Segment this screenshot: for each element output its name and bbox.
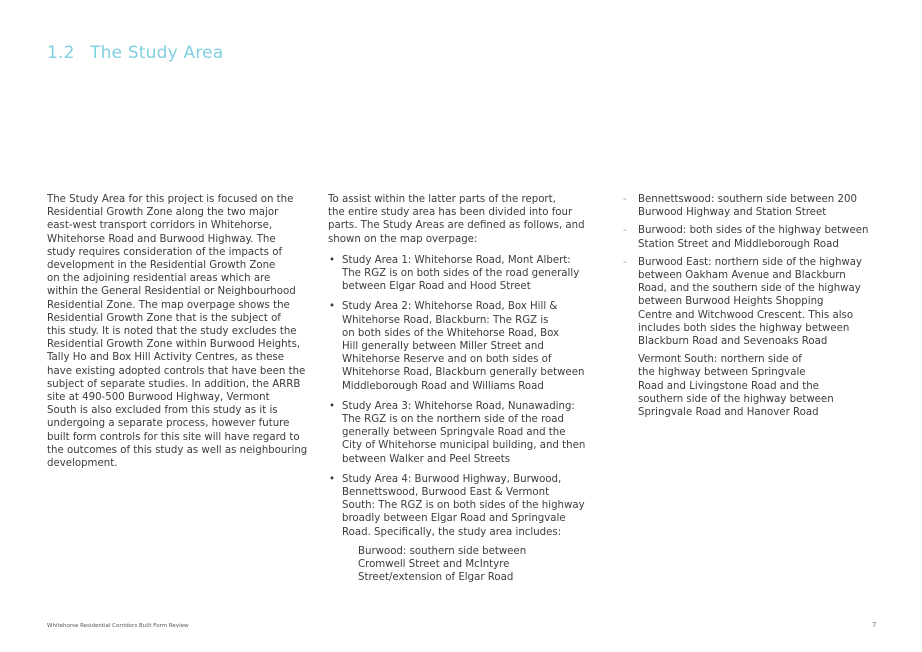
study-area-item: • Study Area 1: Whitehorse Road, Mont Alb…: [328, 254, 598, 294]
suburb-item: - Burwood East: northern side of the high…: [623, 256, 888, 348]
dash-icon: -: [623, 256, 627, 268]
study-area-item: • Study Area 4: Burwood Highway, Burwood,…: [328, 473, 598, 585]
page-number: 7: [872, 621, 877, 629]
text-line: shown on the map overpage:: [328, 233, 478, 245]
text-line: study requires consideration of the impa…: [47, 246, 283, 258]
text-line: east-west transport corridors in Whiteho…: [47, 220, 273, 232]
text-line: Burwood East: northern side of the highw…: [638, 256, 863, 268]
text-line: Vermont South: northern side of: [638, 354, 802, 366]
text-line: broadly between Elgar Road and Springval…: [342, 513, 566, 525]
text-line: The RGZ is on the northern side of the r…: [342, 414, 564, 426]
text-line: Whitehorse Road, Blackburn generally bet…: [342, 367, 585, 379]
text-line: southern side of the highway between: [638, 393, 834, 405]
text-line: The RGZ is on both sides of the road gen…: [342, 268, 580, 280]
text-line: have existing adopted controls that have…: [47, 365, 306, 377]
text-line: Whitehorse Reserve and on both sides of: [342, 354, 552, 366]
bullet-icon: •: [329, 400, 336, 412]
study-areas-intro: To assist within the latter parts of the…: [328, 193, 598, 246]
bullet-icon: •: [329, 473, 336, 485]
text-line: Whitehorse Road, Blackburn: The RGZ is: [342, 314, 549, 326]
text-line: Station Street and Middleborough Road: [638, 238, 839, 250]
text-line: between Elgar Road and Hood Street: [342, 281, 531, 293]
study-area-4-sublist: - Bennettswood: southern side between 200…: [623, 193, 888, 348]
text-line: between Oakham Avenue and Blackburn: [638, 270, 846, 282]
text-line: Residential Growth Zone that is the subj…: [47, 312, 281, 324]
suburb-item: - Burwood: both sides of the highway betw…: [623, 224, 888, 250]
bullet-icon: •: [329, 254, 336, 266]
column-study-areas: To assist within the latter parts of the…: [328, 193, 598, 591]
text-line: undergoing a separate process, however f…: [47, 418, 290, 430]
text-line: Springvale Road and Hanover Road: [638, 407, 819, 419]
text-line: Study Area 2: Whitehorse Road, Box Hill …: [342, 301, 558, 313]
text-line: South is also excluded from this study a…: [47, 405, 278, 417]
text-line: Road, and the southern side of the highw…: [638, 283, 861, 295]
text-line: generally between Springvale Road and th…: [342, 427, 566, 439]
text-line: Residential Growth Zone within Burwood H…: [47, 339, 301, 351]
text-line: Street/extension of Elgar Road: [358, 572, 514, 584]
dash-icon: -: [623, 194, 627, 205]
column-intro: The Study Area for this project is focus…: [47, 193, 309, 470]
text-line: development.: [47, 458, 118, 470]
text-line: parts. The Study Areas are defined as fo…: [328, 220, 585, 232]
text-line: Middleborough Road and Williams Road: [342, 380, 544, 392]
text-line: Bennettswood: southern side between 200: [638, 194, 857, 205]
text-line: this study. It is noted that the study e…: [47, 326, 297, 338]
text-line: City of Whitehorse municipal building, a…: [342, 440, 586, 452]
footer-document-title: Whitehorse Residential Corridors Built F…: [47, 623, 189, 629]
text-line: Whitehorse Road and Burwood Highway. The: [47, 233, 276, 245]
text-line: the outcomes of this study as well as ne…: [47, 444, 308, 456]
text-line: Study Area 1: Whitehorse Road, Mont Albe…: [342, 254, 571, 266]
study-area-item: • Study Area 3: Whitehorse Road, Nunawadi…: [328, 400, 598, 466]
section-number: 1.2: [47, 43, 75, 63]
text-line: Residential Growth Zone along the two ma…: [47, 207, 279, 219]
suburb-item: - Bennettswood: southern side between 200…: [623, 193, 888, 219]
text-line: between Burwood Heights Shopping: [638, 296, 824, 308]
text-line: Bennettswood, Burwood East & Vermont: [342, 487, 550, 499]
text-line: the highway between Springvale: [638, 367, 806, 379]
text-line: To assist within the latter parts of the…: [328, 194, 556, 205]
text-line: Cromwell Street and McIntyre: [358, 559, 510, 571]
text-line: between Walker and Peel Streets: [342, 453, 511, 465]
text-line: the entire study area has been divided i…: [328, 207, 573, 219]
vermont-south-paragraph: Vermont South: northern side of the highw…: [623, 353, 888, 419]
text-line: Blackburn Road and Sevenoaks Road: [638, 336, 828, 348]
text-line: The Study Area for this project is focus…: [47, 194, 294, 205]
text-line: on both sides of the Whitehorse Road, Bo…: [342, 327, 560, 339]
section-heading: 1.2 The Study Area: [47, 43, 223, 63]
bullet-icon: •: [329, 301, 336, 313]
text-line: South: The RGZ is on both sides of the h…: [342, 500, 585, 512]
text-line: Burwood Highway and Station Street: [638, 207, 827, 219]
text-line: Road and Livingstone Road and the: [638, 380, 819, 392]
text-line: subject of separate studies. In addition…: [47, 378, 301, 390]
text-line: built form controls for this site will h…: [47, 431, 300, 443]
text-line: Road. Specifically, the study area inclu…: [342, 526, 562, 538]
text-line: Centre and Witchwood Crescent. This also: [638, 309, 854, 321]
text-line: Residential Zone. The map overpage shows…: [47, 299, 290, 311]
text-line: Burwood: both sides of the highway betwe…: [638, 225, 869, 237]
column-study-area-4-details: - Bennettswood: southern side between 200…: [623, 193, 888, 419]
text-line: Tally Ho and Box Hill Activity Centres, …: [47, 352, 285, 364]
text-line: includes both sides the highway between: [638, 322, 850, 334]
text-line: Hill generally between Miller Street and: [342, 341, 544, 353]
text-line: Burwood: southern side between: [358, 545, 527, 557]
text-line: site at 490-500 Burwood Highway, Vermont: [47, 392, 270, 404]
intro-paragraph: The Study Area for this project is focus…: [47, 193, 309, 470]
dash-icon: -: [623, 225, 627, 237]
text-line: Study Area 3: Whitehorse Road, Nunawadin…: [342, 400, 575, 412]
section-title: The Study Area: [90, 43, 224, 63]
text-line: within the General Residential or Neighb…: [47, 286, 296, 298]
text-line: Study Area 4: Burwood Highway, Burwood,: [342, 473, 562, 485]
text-line: on the adjoining residential areas which…: [47, 273, 271, 285]
study-area-item: • Study Area 2: Whitehorse Road, Box Hill…: [328, 300, 598, 392]
text-line: development in the Residential Growth Zo…: [47, 260, 276, 272]
study-area-list: • Study Area 1: Whitehorse Road, Mont Alb…: [328, 254, 598, 585]
study-area-subitem: Burwood: southern side between Cromwell S…: [342, 545, 598, 585]
